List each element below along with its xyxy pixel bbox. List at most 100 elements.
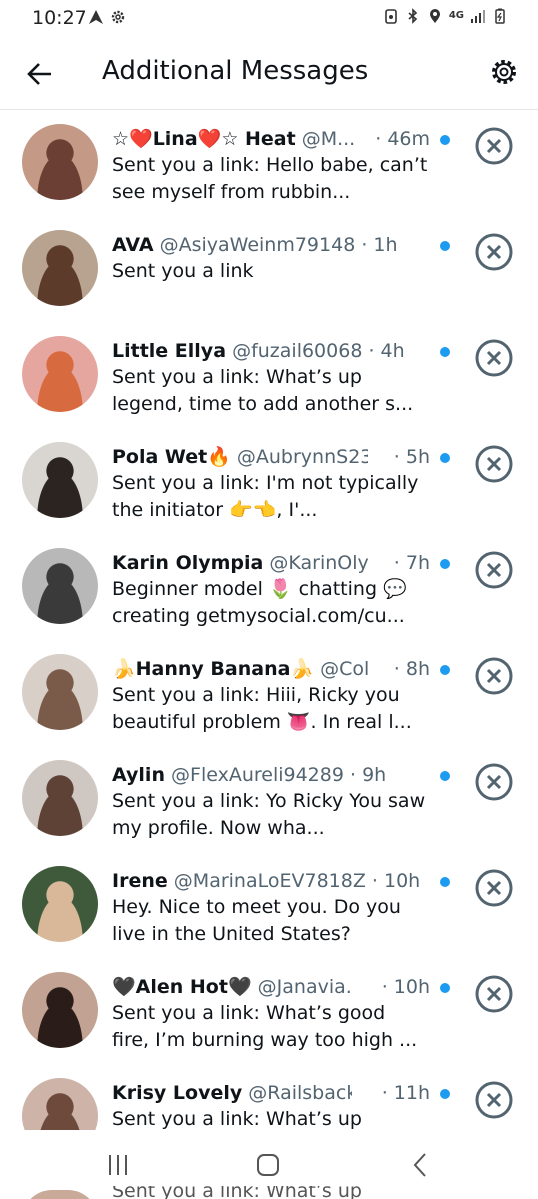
avatar[interactable] — [22, 442, 98, 518]
sender-name: Krisy Lovely — [112, 1082, 243, 1104]
partially-visible-item: Sent you a link: What’s up — [0, 1186, 538, 1199]
dismiss-button[interactable] — [474, 338, 514, 378]
message-time: 10h — [383, 870, 421, 892]
message-preview: Sent you a link: What’s good fire, I’m b… — [112, 1002, 418, 1051]
avatar[interactable] — [22, 124, 98, 200]
avatar[interactable] — [22, 654, 98, 730]
message-preview: Sent you a link: Hiii, Ricky you beautif… — [112, 684, 412, 733]
home-icon — [257, 1154, 279, 1176]
sender-name: 🖤Alen Hot🖤 — [112, 976, 252, 998]
dismiss-button[interactable] — [474, 444, 514, 484]
header: Additional Messages — [0, 40, 538, 110]
message-time: 9h — [362, 764, 387, 786]
avatar[interactable] — [22, 230, 98, 306]
message-time: · 5h — [368, 444, 430, 470]
sender-name: Pola Wet🔥 — [112, 446, 231, 468]
dismiss-button[interactable] — [474, 126, 514, 166]
sender-name: Aylin — [112, 764, 165, 786]
message-preview: Beginner model 🌷 chatting 💬 creating get… — [112, 578, 407, 627]
unread-indicator — [440, 241, 450, 251]
message-time: · 8h — [368, 656, 430, 682]
dismiss-button[interactable] — [474, 232, 514, 272]
avatar[interactable] — [22, 548, 98, 624]
status-time: 10:27 — [32, 7, 87, 29]
close-circle-icon — [475, 869, 513, 907]
sender-name: Karin Olympia — [112, 552, 264, 574]
back-nav-button[interactable] — [400, 1150, 440, 1180]
unread-indicator — [440, 559, 450, 569]
message-preview: Sent you a link: What’s up — [112, 1108, 362, 1130]
close-circle-icon — [475, 763, 513, 801]
dismiss-button[interactable] — [474, 868, 514, 908]
unread-indicator — [440, 665, 450, 675]
unread-indicator — [440, 135, 450, 145]
sender-handle: @MarinaLoEV7818Z · — [173, 870, 378, 892]
bluetooth-icon — [408, 8, 418, 24]
back-button[interactable] — [22, 56, 58, 92]
gear-icon — [492, 60, 516, 84]
message-time: · 46m — [368, 126, 430, 152]
status-bar: 10:27 4G — [0, 0, 538, 36]
message-preview: Hey. Nice to meet you. Do you live in th… — [112, 896, 401, 945]
close-circle-icon — [475, 975, 513, 1013]
sender-name: Irene — [112, 870, 168, 892]
home-button[interactable] — [248, 1150, 288, 1180]
close-circle-icon — [475, 339, 513, 377]
message-item[interactable]: AVA @AsiyaWeinm79148 · 1h Sent you a lin… — [0, 216, 538, 322]
close-circle-icon — [475, 127, 513, 165]
message-item[interactable]: Karin Olympia @KarinOly... · 7h Beginner… — [0, 534, 538, 640]
avatar[interactable] — [22, 760, 98, 836]
sender-name: ☆❤️Lina❤️☆ Heat — [112, 128, 296, 150]
recent-apps-icon — [109, 1155, 127, 1175]
message-time: · 10h — [352, 974, 430, 1000]
message-time: 1h — [373, 234, 398, 256]
back-arrow-icon — [27, 63, 51, 85]
unread-indicator — [440, 983, 450, 993]
close-circle-icon — [475, 233, 513, 271]
dismiss-button[interactable] — [474, 762, 514, 802]
unread-indicator — [440, 453, 450, 463]
unread-indicator — [440, 347, 450, 357]
avatar[interactable] — [22, 336, 98, 412]
message-time: · 7h — [368, 550, 430, 576]
avatar[interactable] — [22, 1078, 98, 1130]
message-preview: Sent you a link: What’s up — [112, 1186, 362, 1199]
message-list: ☆❤️Lina❤️☆ Heat @M... · 46m Sent you a l… — [0, 110, 538, 1130]
message-time: · 11h — [352, 1080, 430, 1106]
sender-handle: @AsiyaWeinm79148 · — [159, 234, 368, 256]
avatar[interactable] — [22, 866, 98, 942]
page-title: Additional Messages — [102, 56, 369, 86]
message-item[interactable]: 🍌Hanny Banana🍌 @Col... · 8h Sent you a l… — [0, 640, 538, 746]
message-item[interactable]: Aylin @FlexAureli94289 · 9h Sent you a l… — [0, 746, 538, 852]
sender-handle: @KarinOly... — [269, 552, 385, 574]
message-item[interactable]: 🖤Alen Hot🖤 @Janavia... · 10h Sent you a … — [0, 958, 538, 1064]
signal-icon — [471, 10, 485, 23]
avatar — [22, 1190, 98, 1199]
message-item[interactable]: Little Ellya @fuzail60068 · 4h Sent you … — [0, 322, 538, 428]
message-preview: Sent you a link: I'm not typically the i… — [112, 472, 419, 521]
message-item[interactable]: Irene @MarinaLoEV7818Z · 10h Hey. Nice t… — [0, 852, 538, 958]
message-time: 4h — [380, 340, 405, 362]
message-item[interactable]: Krisy Lovely @RailsbackT... · 11h Sent y… — [0, 1064, 538, 1130]
chevron-left-icon — [413, 1153, 426, 1177]
avatar[interactable] — [22, 972, 98, 1048]
gear-icon — [111, 10, 125, 24]
settings-button[interactable] — [486, 54, 522, 90]
message-item[interactable]: ☆❤️Lina❤️☆ Heat @M... · 46m Sent you a l… — [0, 110, 538, 216]
unread-indicator — [440, 877, 450, 887]
message-item[interactable]: Pola Wet🔥 @AubrynnS23... · 5h Sent you a… — [0, 428, 538, 534]
lock-icon — [385, 9, 397, 24]
dismiss-button[interactable] — [474, 656, 514, 696]
message-preview: Sent you a link: Yo Ricky You saw my pro… — [112, 790, 426, 839]
dismiss-button[interactable] — [474, 550, 514, 590]
sender-name: Little Ellya — [112, 340, 227, 362]
unread-indicator — [440, 1089, 450, 1099]
close-circle-icon — [475, 657, 513, 695]
dismiss-button[interactable] — [474, 974, 514, 1014]
network-type: 4G — [448, 10, 464, 21]
sender-handle: @fuzail60068 · — [232, 340, 375, 362]
sender-handle: @Janavia... — [257, 976, 364, 998]
sender-name: AVA — [112, 234, 154, 256]
recent-apps-button[interactable] — [98, 1150, 138, 1180]
dismiss-button[interactable] — [474, 1080, 514, 1120]
